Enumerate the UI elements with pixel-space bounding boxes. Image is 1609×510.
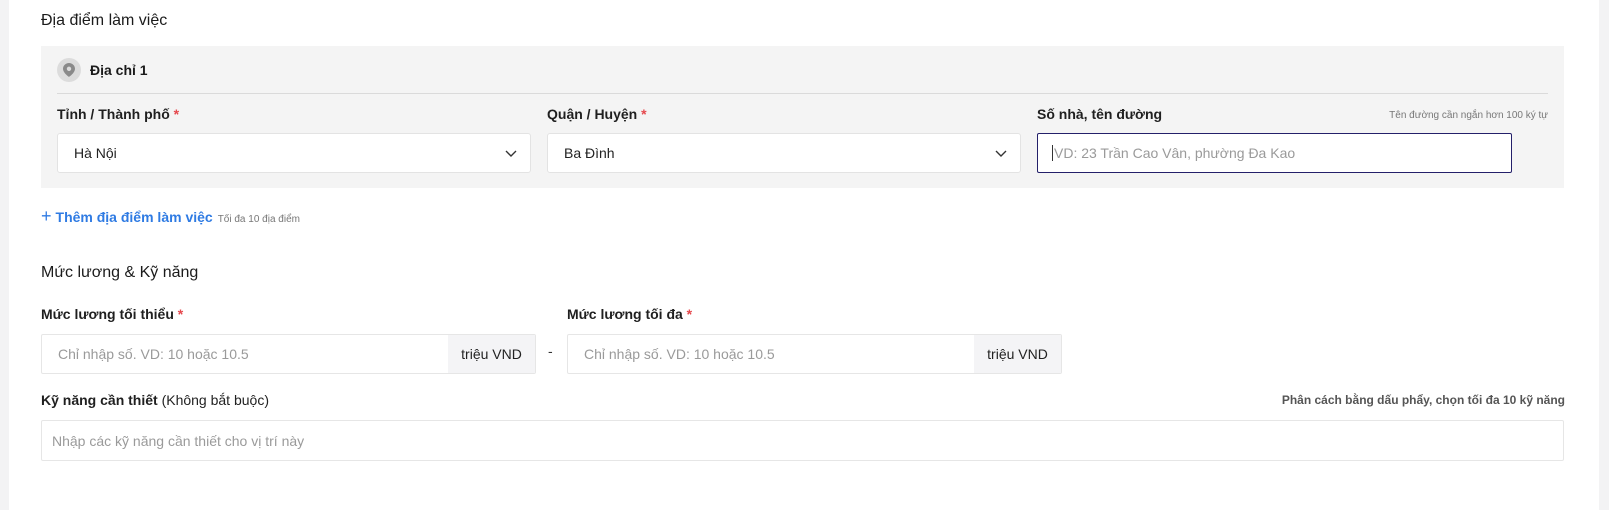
district-select[interactable]: Ba Đình xyxy=(547,133,1021,173)
salary-skills-title: Mức lương & Kỹ năng xyxy=(41,264,199,281)
skills-input[interactable]: Nhập các kỹ năng cần thiết cho vị trí nà… xyxy=(41,420,1564,461)
street-hint: Tên đường cần ngắn hơn 100 ký tự xyxy=(1389,110,1548,121)
street-placeholder: VD: 23 Trần Cao Vân, phường Đa Kao xyxy=(1054,145,1296,161)
street-label: Số nhà, tên đường xyxy=(1037,106,1163,122)
add-location-link[interactable]: + Thêm địa điểm làm việc Tối đa 10 địa đ… xyxy=(41,207,300,225)
address-header: Địa chỉ 1 xyxy=(57,58,148,82)
add-location-hint: Tối đa 10 địa điểm xyxy=(217,214,300,225)
district-label: Quận / Huyện * xyxy=(547,106,647,122)
address-title: Địa chỉ 1 xyxy=(90,62,148,78)
work-location-title: Địa điểm làm việc xyxy=(41,12,168,29)
location-pin-icon xyxy=(57,58,81,82)
min-salary-placeholder: Chỉ nhập số. VD: 10 hoặc 10.5 xyxy=(58,346,249,362)
address-divider xyxy=(57,93,1548,94)
skills-placeholder: Nhập các kỹ năng cần thiết cho vị trí nà… xyxy=(52,432,305,449)
chevron-down-icon xyxy=(994,146,1008,163)
min-salary-unit: triệu VND xyxy=(448,335,535,373)
province-label: Tỉnh / Thành phố * xyxy=(57,106,180,122)
max-salary-placeholder: Chỉ nhập số. VD: 10 hoặc 10.5 xyxy=(584,346,775,362)
province-select[interactable]: Hà Nội xyxy=(57,133,531,173)
max-salary-input[interactable]: Chỉ nhập số. VD: 10 hoặc 10.5 triệu VND xyxy=(567,334,1062,374)
form-card: Địa điểm làm việc Địa chỉ 1 Tỉnh / Thành… xyxy=(9,0,1599,510)
street-input[interactable]: VD: 23 Trần Cao Vân, phường Đa Kao xyxy=(1037,133,1512,173)
text-caret xyxy=(1052,145,1053,161)
plus-icon: + xyxy=(41,206,52,226)
chevron-down-icon xyxy=(504,146,518,163)
max-salary-label: Mức lương tối đa * xyxy=(567,306,693,322)
add-location-label: Thêm địa điểm làm việc xyxy=(55,209,213,225)
min-salary-input[interactable]: Chỉ nhập số. VD: 10 hoặc 10.5 triệu VND xyxy=(41,334,536,374)
address-block: Địa chỉ 1 Tỉnh / Thành phố * Hà Nội Quận… xyxy=(41,46,1564,188)
min-salary-label: Mức lương tối thiểu * xyxy=(41,306,184,322)
province-value: Hà Nội xyxy=(74,145,117,161)
skills-hint: Phân cách bằng dấu phẩy, chọn tối đa 10 … xyxy=(1281,393,1565,407)
district-value: Ba Đình xyxy=(564,145,615,161)
max-salary-unit: triệu VND xyxy=(974,335,1061,373)
salary-separator: - xyxy=(548,343,553,359)
skills-label: Kỹ năng cần thiết (Không bắt buộc) xyxy=(41,392,269,408)
